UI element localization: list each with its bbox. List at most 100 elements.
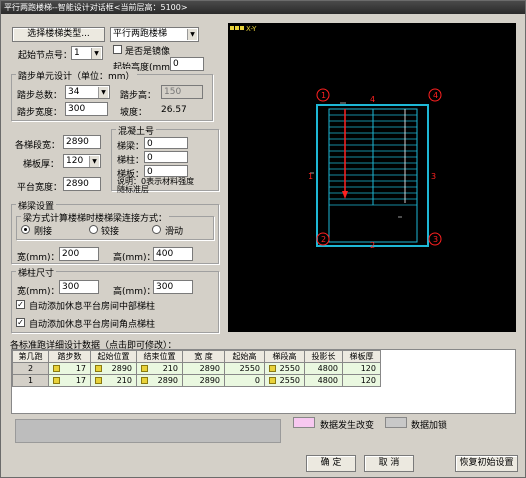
slope-label: 坡度： — [120, 108, 148, 118]
slab-thickness-label: 梯板厚： — [23, 160, 60, 170]
edge-label-top: 4 — [370, 95, 375, 104]
column-concrete-input[interactable]: 0 — [144, 151, 188, 163]
table-cell-value: 4800 — [317, 364, 338, 373]
step-width-label: 踏步宽度： — [17, 108, 63, 118]
table-body[interactable]: 2 17 2890 210 2890 2550 2550 4800 120 1 17 210 2890 2… — [12, 362, 381, 387]
lock-icon — [141, 377, 148, 384]
chevron-down-icon: ▼ — [98, 87, 108, 98]
title-bar: 平行两跑楼梯--智能设计对话框<当前层高：5100> — [1, 1, 525, 14]
step-total-select[interactable]: 34 ▼ — [65, 85, 110, 99]
table-cell[interactable]: 2890 — [90, 362, 137, 375]
table-cell[interactable]: 2890 — [136, 374, 183, 387]
table-row[interactable]: 1 17 210 2890 2890 0 2550 4800 120 — [12, 374, 381, 387]
axis-label: X-Y — [246, 25, 257, 33]
reset-button[interactable]: 恢复初始设置 — [455, 455, 518, 472]
corner-label-2: 2 — [321, 235, 326, 244]
connection-mode-legend: 梁方式计算楼梯时楼梯梁连接方式： — [21, 211, 170, 224]
step-height-label: 踏步高： — [120, 91, 157, 101]
corner-label-4: 4 — [433, 91, 438, 100]
beam-concrete-label: 梯梁： — [117, 142, 145, 152]
beam-width-label: 宽(mm)： — [17, 253, 60, 263]
table-header-cell: 结束位置 — [136, 350, 183, 363]
table-cell-value: 2890 — [199, 376, 220, 385]
start-node-select[interactable]: 1 ▼ — [71, 46, 103, 60]
beam-height-input[interactable]: 400 — [153, 247, 193, 261]
column-height-input[interactable]: 300 — [153, 280, 193, 294]
choose-stair-type-button[interactable]: 选择楼梯类型... — [12, 27, 105, 42]
slab-thickness-value: 120 — [66, 156, 84, 166]
table-cell[interactable]: 2 — [12, 362, 49, 375]
locked-swatch — [385, 417, 407, 428]
mirror-checkbox[interactable] — [113, 45, 122, 54]
table-cell[interactable]: 2550 — [224, 362, 265, 375]
table-cell[interactable]: 210 — [90, 374, 137, 387]
table-cell[interactable]: 17 — [48, 374, 91, 387]
table-header-row: 第几跑 踏步数 起始位置 结束位置宽 度起始高 梯段高 投影长 梯板厚 — [12, 350, 381, 363]
table-cell-value: 120 — [360, 376, 376, 385]
table-cell[interactable]: 210 — [136, 362, 183, 375]
lock-icon — [53, 377, 60, 384]
table-cell[interactable]: 2890 — [182, 362, 225, 375]
auto-corner-column-checkbox[interactable]: ✓ — [16, 318, 25, 327]
table-cell[interactable]: 2550 — [264, 374, 305, 387]
cancel-button[interactable]: 取 消 — [364, 455, 414, 472]
edge-label-right: 3 — [431, 172, 436, 181]
table-cell-value: 2550 — [279, 364, 300, 373]
table-header-cell: 投影长 — [304, 350, 343, 363]
table-cell-value: 120 — [360, 364, 376, 373]
rigid-radio[interactable] — [21, 225, 30, 234]
step-height-input[interactable]: 150 — [161, 85, 203, 99]
changed-legend-label: 数据发生改变 — [320, 421, 375, 431]
slab-thickness-select[interactable]: 120 ▼ — [63, 154, 101, 168]
table-cell[interactable]: 2890 — [182, 374, 225, 387]
start-node-value: 1 — [74, 48, 80, 58]
segment-width-label: 各梯段宽： — [15, 141, 61, 151]
lock-icon — [269, 377, 276, 384]
start-height-input[interactable]: 0 — [170, 57, 204, 71]
table-cell-value: 0 — [254, 376, 260, 385]
concrete-note-line2: 随标准层 — [117, 185, 149, 194]
table-cell[interactable]: 2550 — [264, 362, 305, 375]
beam-concrete-input[interactable]: 0 — [144, 137, 188, 149]
table-cell-value: 210 — [116, 376, 132, 385]
table-cell-value: 2890 — [111, 364, 132, 373]
column-width-input[interactable]: 300 — [59, 280, 99, 294]
lock-icon — [95, 365, 102, 372]
stair-plan-drawing: X-Y 1 4 2 3 4 2 1 3 — [230, 25, 442, 250]
step-unit-legend: 踏步单元设计（单位：mm） — [16, 69, 137, 82]
ok-button[interactable]: 确 定 — [306, 455, 356, 472]
table-cell[interactable]: 4800 — [304, 374, 343, 387]
beam-width-input[interactable]: 200 — [59, 247, 99, 261]
hinged-label: 铰接 — [101, 227, 120, 237]
table-cell[interactable]: 120 — [342, 362, 381, 375]
table-cell[interactable]: 4800 — [304, 362, 343, 375]
table-cell-value: 4800 — [317, 376, 338, 385]
table-header-cell: 梯板厚 — [342, 350, 381, 363]
table-cell[interactable]: 17 — [48, 362, 91, 375]
table-cell[interactable]: 120 — [342, 374, 381, 387]
rigid-label: 刚接 — [34, 227, 53, 237]
step-width-input[interactable]: 300 — [65, 102, 108, 116]
auto-middle-column-checkbox[interactable]: ✓ — [16, 300, 25, 309]
sliding-radio[interactable] — [152, 225, 161, 234]
table-row[interactable]: 2 17 2890 210 2890 2550 2550 4800 120 — [12, 362, 381, 375]
hinged-radio[interactable] — [89, 225, 98, 234]
platform-width-input[interactable]: 2890 — [63, 177, 101, 191]
stair-type-select[interactable]: 平行两跑楼梯 ▼ — [110, 27, 199, 42]
segment-width-input[interactable]: 2890 — [63, 135, 101, 149]
stair-preview-canvas[interactable]: X-Y 1 4 2 3 4 2 1 3 — [228, 23, 516, 332]
edge-label-bottom: 2 — [370, 241, 375, 250]
table-cell-value: 2550 — [279, 376, 300, 385]
table-header-cell: 踏步数 — [48, 350, 91, 363]
auto-corner-column-label: 自动添加休息平台房间角点梯柱 — [29, 320, 156, 330]
table-cell-value: 17 — [75, 364, 86, 373]
platform-width-label: 平台宽度： — [17, 183, 63, 193]
step-total-label: 踏步总数： — [17, 91, 63, 101]
run-data-table[interactable]: 第几跑 踏步数 起始位置 结束位置宽 度起始高 梯段高 投影长 梯板厚 2 17 2890 210… — [12, 350, 381, 387]
column-concrete-label: 梯柱： — [117, 156, 145, 166]
table-cell[interactable]: 0 — [224, 374, 265, 387]
table-cell[interactable]: 1 — [12, 374, 49, 387]
lock-icon — [141, 365, 148, 372]
table-header-cell: 起始高 — [224, 350, 265, 363]
corner-label-3: 3 — [433, 235, 438, 244]
